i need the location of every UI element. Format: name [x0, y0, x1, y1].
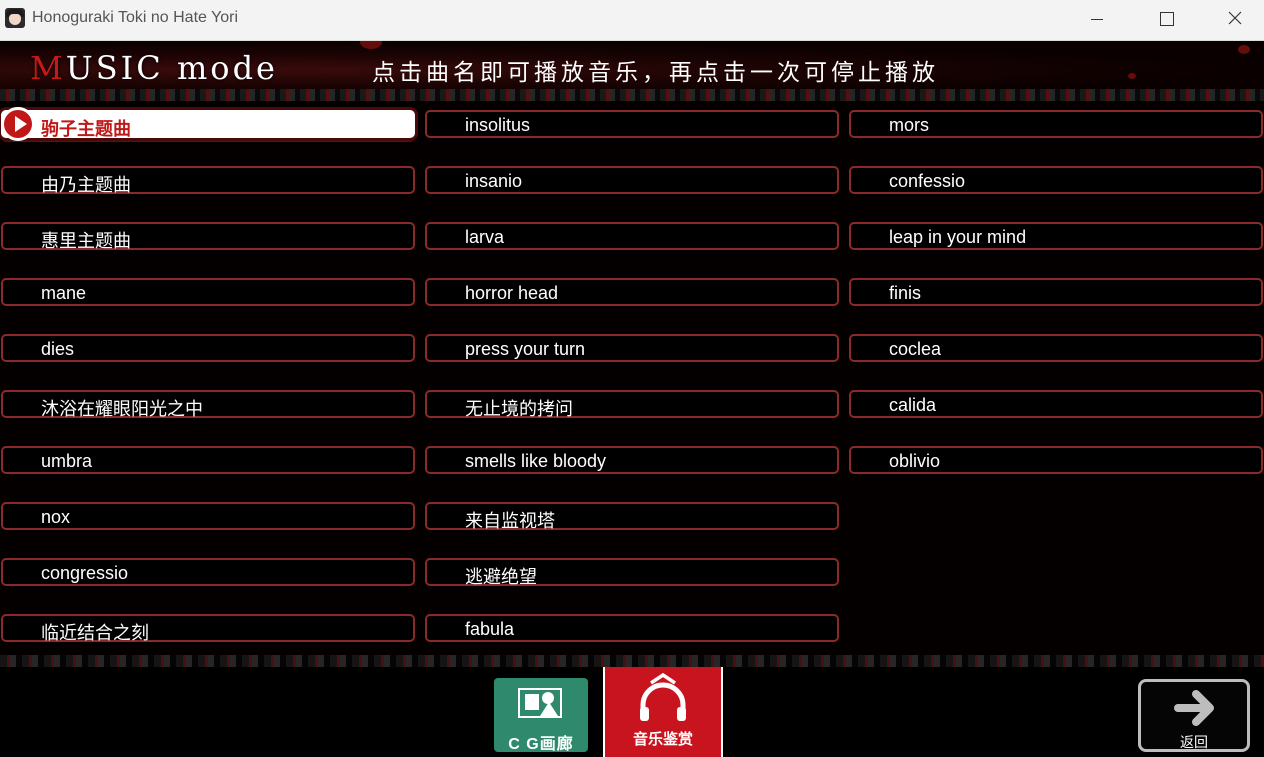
- window-titlebar: Honoguraki Toki no Hate Yori: [0, 0, 1264, 41]
- track-label: 无止境的拷问: [465, 399, 573, 419]
- track-item[interactable]: horror head: [425, 278, 839, 306]
- maximize-button[interactable]: [1131, 0, 1201, 40]
- track-item[interactable]: nox: [1, 502, 415, 530]
- track-item[interactable]: 临近结合之刻: [1, 614, 415, 643]
- track-item[interactable]: mane: [1, 278, 415, 306]
- track-label: insanio: [465, 171, 523, 191]
- page-title: MUSIC mode: [30, 49, 278, 87]
- track-item[interactable]: mors: [849, 110, 1263, 138]
- track-label: finis: [889, 283, 922, 303]
- track-label: mors: [889, 115, 929, 135]
- track-item[interactable]: smells like bloody: [425, 446, 839, 474]
- track-label: dies: [41, 339, 75, 359]
- track-label: larva: [465, 227, 505, 247]
- back-label: 返回: [1180, 734, 1208, 750]
- track-item[interactable]: 无止境的拷问: [425, 390, 839, 419]
- track-label: oblivio: [889, 451, 941, 471]
- headphones-icon: [640, 672, 686, 721]
- title-initial: M: [30, 49, 66, 87]
- track-label: 惠里主题曲: [41, 231, 131, 251]
- blood-splatter: [1238, 45, 1250, 54]
- track-item[interactable]: confessio: [849, 166, 1263, 194]
- game-area: MUSIC mode 点击曲名即可播放音乐，再点击一次可停止播放 驹子主题曲 由…: [0, 41, 1264, 757]
- track-item[interactable]: 逃避绝望: [425, 558, 839, 587]
- instruction-text: 点击曲名即可播放音乐，再点击一次可停止播放: [372, 60, 939, 86]
- track-item[interactable]: 由乃主题曲: [1, 166, 415, 195]
- track-item[interactable]: insolitus: [425, 110, 839, 138]
- track-label: leap in your mind: [889, 227, 1027, 247]
- music-mode-header: MUSIC mode 点击曲名即可播放音乐，再点击一次可停止播放: [0, 41, 1264, 101]
- track-item[interactable]: dies: [1, 334, 415, 362]
- maximize-icon: [1160, 12, 1174, 26]
- track-label: confessio: [889, 171, 966, 191]
- back-button[interactable]: 返回: [1138, 679, 1250, 752]
- minimize-icon: [1091, 19, 1103, 20]
- header-torn-edge: [0, 89, 1264, 101]
- bottom-nav-bar: C G画廊 音乐鉴赏 返回: [0, 667, 1264, 757]
- track-label: horror head: [465, 283, 559, 303]
- track-label: 由乃主题曲: [41, 175, 131, 195]
- track-label: press your turn: [465, 339, 586, 359]
- cg-gallery-button[interactable]: C G画廊: [494, 678, 588, 753]
- track-label: nox: [41, 507, 71, 527]
- track-label: congressio: [41, 563, 129, 583]
- track-label: umbra: [41, 451, 93, 471]
- track-item[interactable]: leap in your mind: [849, 222, 1263, 250]
- track-label: calida: [889, 395, 937, 415]
- cg-gallery-label: C G画廊: [508, 736, 574, 753]
- play-icon: [1, 107, 35, 141]
- track-item[interactable]: 惠里主题曲: [1, 222, 415, 251]
- close-button[interactable]: [1200, 0, 1264, 40]
- track-label: 来自监视塔: [465, 511, 555, 531]
- window-title: Honoguraki Toki no Hate Yori: [32, 9, 239, 26]
- track-item[interactable]: insanio: [425, 166, 839, 194]
- track-item[interactable]: umbra: [1, 446, 415, 474]
- track-label: 沐浴在耀眼阳光之中: [41, 399, 203, 419]
- arrow-right-icon: [1174, 690, 1214, 726]
- track-label: insolitus: [465, 115, 531, 135]
- track-item[interactable]: larva: [425, 222, 839, 250]
- track-item[interactable]: calida: [849, 390, 1263, 418]
- music-appreciation-button[interactable]: 音乐鉴赏: [603, 667, 723, 757]
- track-item[interactable]: oblivio: [849, 446, 1263, 474]
- track-label: fabula: [465, 619, 515, 639]
- track-label: 临近结合之刻: [41, 623, 149, 643]
- track-item[interactable]: congressio: [1, 558, 415, 586]
- app-icon: [5, 8, 25, 28]
- title-rest: USIC mode: [65, 49, 278, 87]
- track-item[interactable]: fabula: [425, 614, 839, 642]
- track-item[interactable]: 来自监视塔: [425, 502, 839, 531]
- music-appreciation-label: 音乐鉴赏: [632, 731, 693, 748]
- close-icon: [1228, 11, 1242, 25]
- track-label: smells like bloody: [465, 451, 607, 471]
- bottom-torn-edge: [0, 655, 1264, 667]
- minimize-button[interactable]: [1062, 0, 1132, 40]
- track-item[interactable]: press your turn: [425, 334, 839, 362]
- track-item-selected[interactable]: 驹子主题曲: [1, 107, 415, 141]
- gallery-icon: [518, 688, 562, 718]
- track-label: coclea: [889, 339, 942, 359]
- track-item[interactable]: 沐浴在耀眼阳光之中: [1, 390, 415, 419]
- track-label: mane: [41, 283, 87, 303]
- track-label: 驹子主题曲: [41, 119, 131, 139]
- track-item[interactable]: coclea: [849, 334, 1263, 362]
- blood-splatter: [1128, 73, 1136, 79]
- blood-splatter: [360, 41, 382, 49]
- track-item[interactable]: finis: [849, 278, 1263, 306]
- track-label: 逃避绝望: [465, 567, 537, 587]
